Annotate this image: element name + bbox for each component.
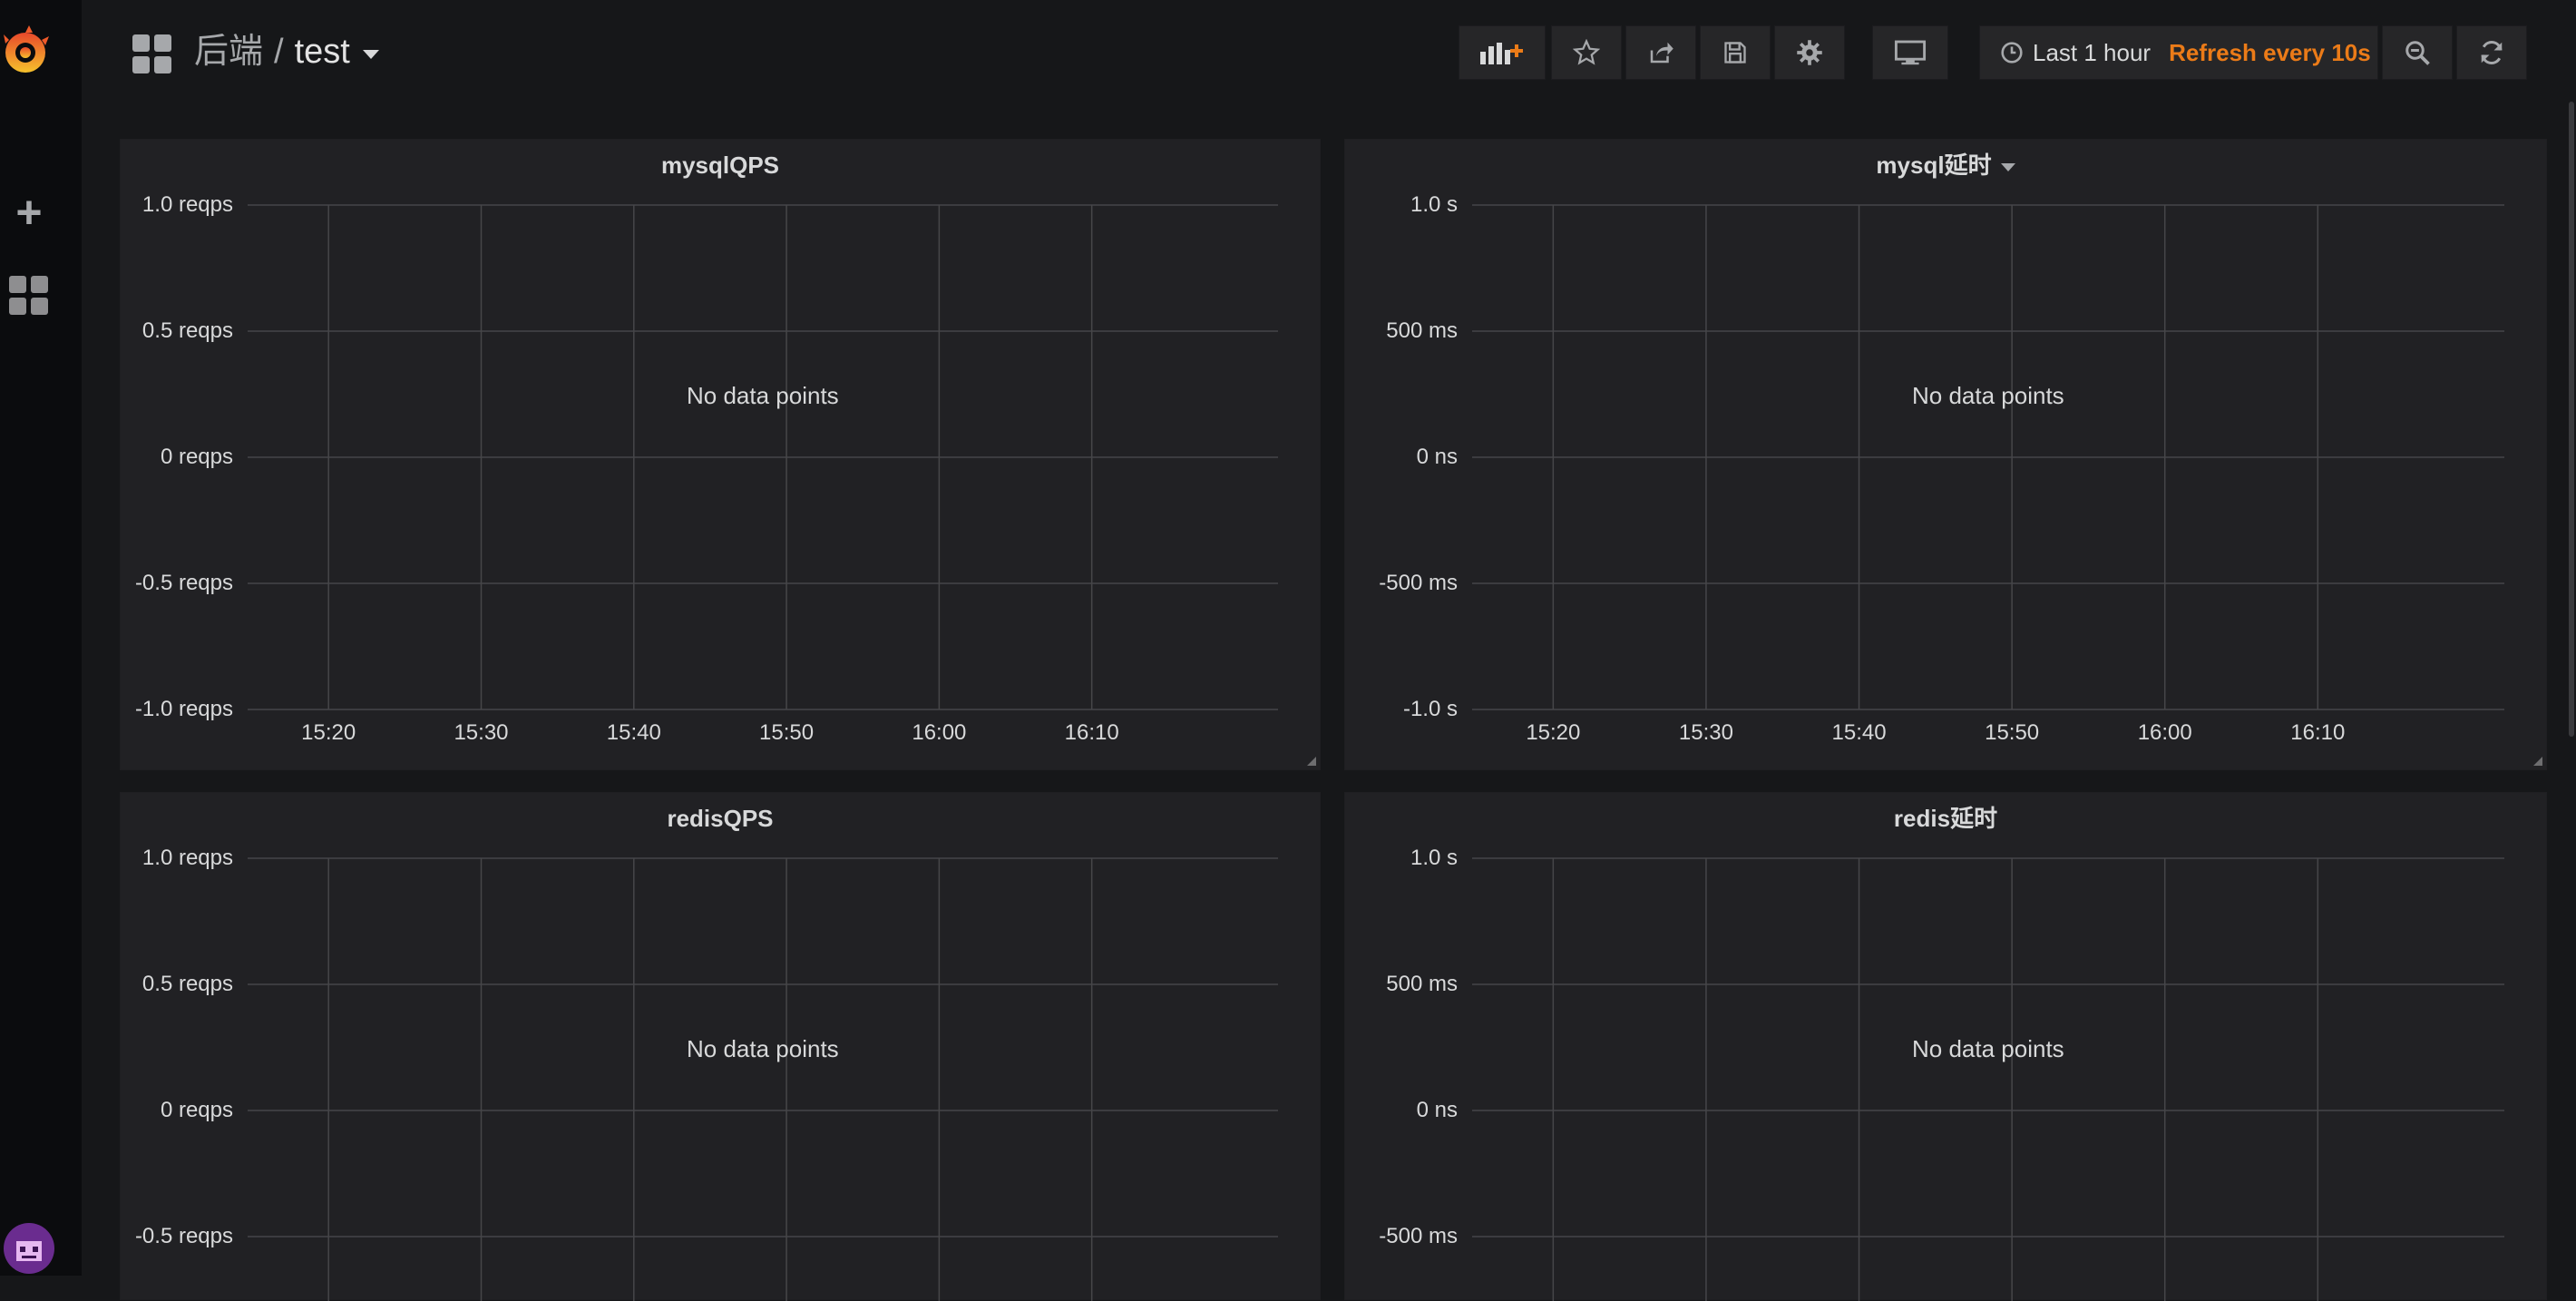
chevron-down-icon[interactable] bbox=[362, 50, 379, 59]
x-axis-tick-label: 15:20 bbox=[301, 720, 356, 745]
panel-graph-grid bbox=[248, 204, 1278, 710]
no-data-message: No data points bbox=[1912, 381, 2064, 409]
y-axis-tick-label: 500 ms bbox=[1386, 318, 1458, 343]
x-axis-tick-label: 15:40 bbox=[606, 720, 661, 745]
time-range-label: Last 1 hour bbox=[2033, 38, 2152, 66]
breadcrumb-separator: / bbox=[274, 33, 284, 71]
y-axis-tick-label: -500 ms bbox=[1379, 1224, 1458, 1248]
y-axis-tick-label: -0.5 reqps bbox=[134, 571, 233, 595]
no-data-message: No data points bbox=[687, 1034, 839, 1062]
y-axis-tick-label: 0 reqps bbox=[160, 445, 233, 469]
gear-icon bbox=[1797, 40, 1822, 65]
settings-button[interactable] bbox=[1774, 25, 1845, 80]
refresh-button[interactable] bbox=[2456, 25, 2527, 80]
no-data-message: No data points bbox=[687, 381, 839, 409]
panel-graph-grid bbox=[1472, 204, 2504, 710]
y-axis-tick-label: 1.0 s bbox=[1410, 846, 1458, 870]
breadcrumb[interactable]: 后端 / test bbox=[194, 29, 379, 74]
create-plus-icon[interactable]: + bbox=[5, 189, 53, 236]
top-navbar: 后端 / test Last 1 hour Refresh every 10s bbox=[82, 0, 2576, 102]
resize-handle-icon[interactable] bbox=[2533, 757, 2542, 766]
grafana-logo-icon[interactable] bbox=[0, 20, 54, 83]
zoom-out-button[interactable] bbox=[2382, 25, 2453, 80]
panel-redis-qps: redisQPS No data points 1.0 reqps 0.5 req… bbox=[120, 792, 1321, 1301]
x-axis-tick-label: 16:10 bbox=[2290, 720, 2346, 745]
y-axis-tick-label: -1.0 s bbox=[1402, 697, 1458, 721]
y-axis-tick-label: 0.5 reqps bbox=[141, 318, 233, 343]
y-axis-tick-label: 0 ns bbox=[1416, 445, 1458, 469]
x-axis-tick-label: 16:00 bbox=[912, 720, 967, 745]
dashboard-title[interactable]: test bbox=[295, 29, 350, 74]
refresh-icon bbox=[2481, 41, 2503, 64]
y-axis-tick-label: 0 reqps bbox=[160, 1098, 233, 1122]
folder-name[interactable]: 后端 bbox=[194, 29, 263, 74]
no-data-message: No data points bbox=[1912, 1034, 2064, 1062]
user-avatar[interactable] bbox=[4, 1223, 54, 1274]
save-button[interactable] bbox=[1700, 25, 1771, 80]
add-panel-button[interactable] bbox=[1459, 25, 1546, 80]
y-axis-tick-label: 1.0 reqps bbox=[141, 846, 233, 870]
dashboards-grid-icon[interactable] bbox=[7, 274, 51, 318]
time-picker-button[interactable]: Last 1 hour Refresh every 10s bbox=[1979, 25, 2378, 80]
x-axis-tick-label: 15:30 bbox=[1678, 720, 1733, 745]
dashboard-grid-icon[interactable] bbox=[132, 34, 172, 74]
panel-mysql-latency: mysql延时 No data points 15:20 15:30 15:40 15… bbox=[1344, 139, 2547, 770]
x-axis-tick-label: 16:10 bbox=[1064, 720, 1119, 745]
star-button[interactable] bbox=[1551, 25, 1622, 80]
panel-redis-latency: redis延时 No data points 1.0 s 500 ms 0 ns -5… bbox=[1344, 792, 2547, 1301]
refresh-interval-label: Refresh every 10s bbox=[2169, 38, 2371, 66]
y-axis-tick-label: 1.0 reqps bbox=[141, 192, 233, 217]
page-scrollbar[interactable] bbox=[2569, 102, 2574, 737]
share-button[interactable] bbox=[1625, 25, 1696, 80]
y-axis-tick-label: -1.0 reqps bbox=[134, 697, 233, 721]
panel-mysql-qps: mysqlQPS No data points 15:20 15:30 15:40 1… bbox=[120, 139, 1321, 770]
tv-mode-button[interactable] bbox=[1872, 25, 1948, 80]
y-axis-tick-label: 500 ms bbox=[1386, 972, 1458, 996]
x-axis-tick-label: 16:00 bbox=[2137, 720, 2192, 745]
zoom-out-icon bbox=[2405, 41, 2430, 65]
y-axis-tick-label: 1.0 s bbox=[1410, 192, 1458, 217]
y-axis-tick-label: 0 ns bbox=[1416, 1098, 1458, 1122]
x-axis-tick-label: 15:40 bbox=[1831, 720, 1887, 745]
save-icon bbox=[1724, 42, 1746, 64]
monitor-icon bbox=[1894, 40, 1927, 65]
y-axis-tick-label: -500 ms bbox=[1379, 571, 1458, 595]
x-axis-tick-label: 15:30 bbox=[454, 720, 509, 745]
clock-icon bbox=[2001, 42, 2023, 64]
sidebar: + bbox=[0, 0, 82, 1276]
resize-handle-icon[interactable] bbox=[1307, 757, 1316, 766]
x-axis-tick-label: 15:50 bbox=[759, 720, 815, 745]
add-panel-icon bbox=[1480, 43, 1523, 64]
x-axis-tick-label: 15:20 bbox=[1526, 720, 1581, 745]
star-icon bbox=[1573, 39, 1600, 65]
x-axis-tick-label: 15:50 bbox=[1985, 720, 2040, 745]
y-axis-tick-label: 0.5 reqps bbox=[141, 972, 233, 996]
share-icon bbox=[1650, 42, 1673, 64]
y-axis-tick-label: -0.5 reqps bbox=[134, 1224, 233, 1248]
